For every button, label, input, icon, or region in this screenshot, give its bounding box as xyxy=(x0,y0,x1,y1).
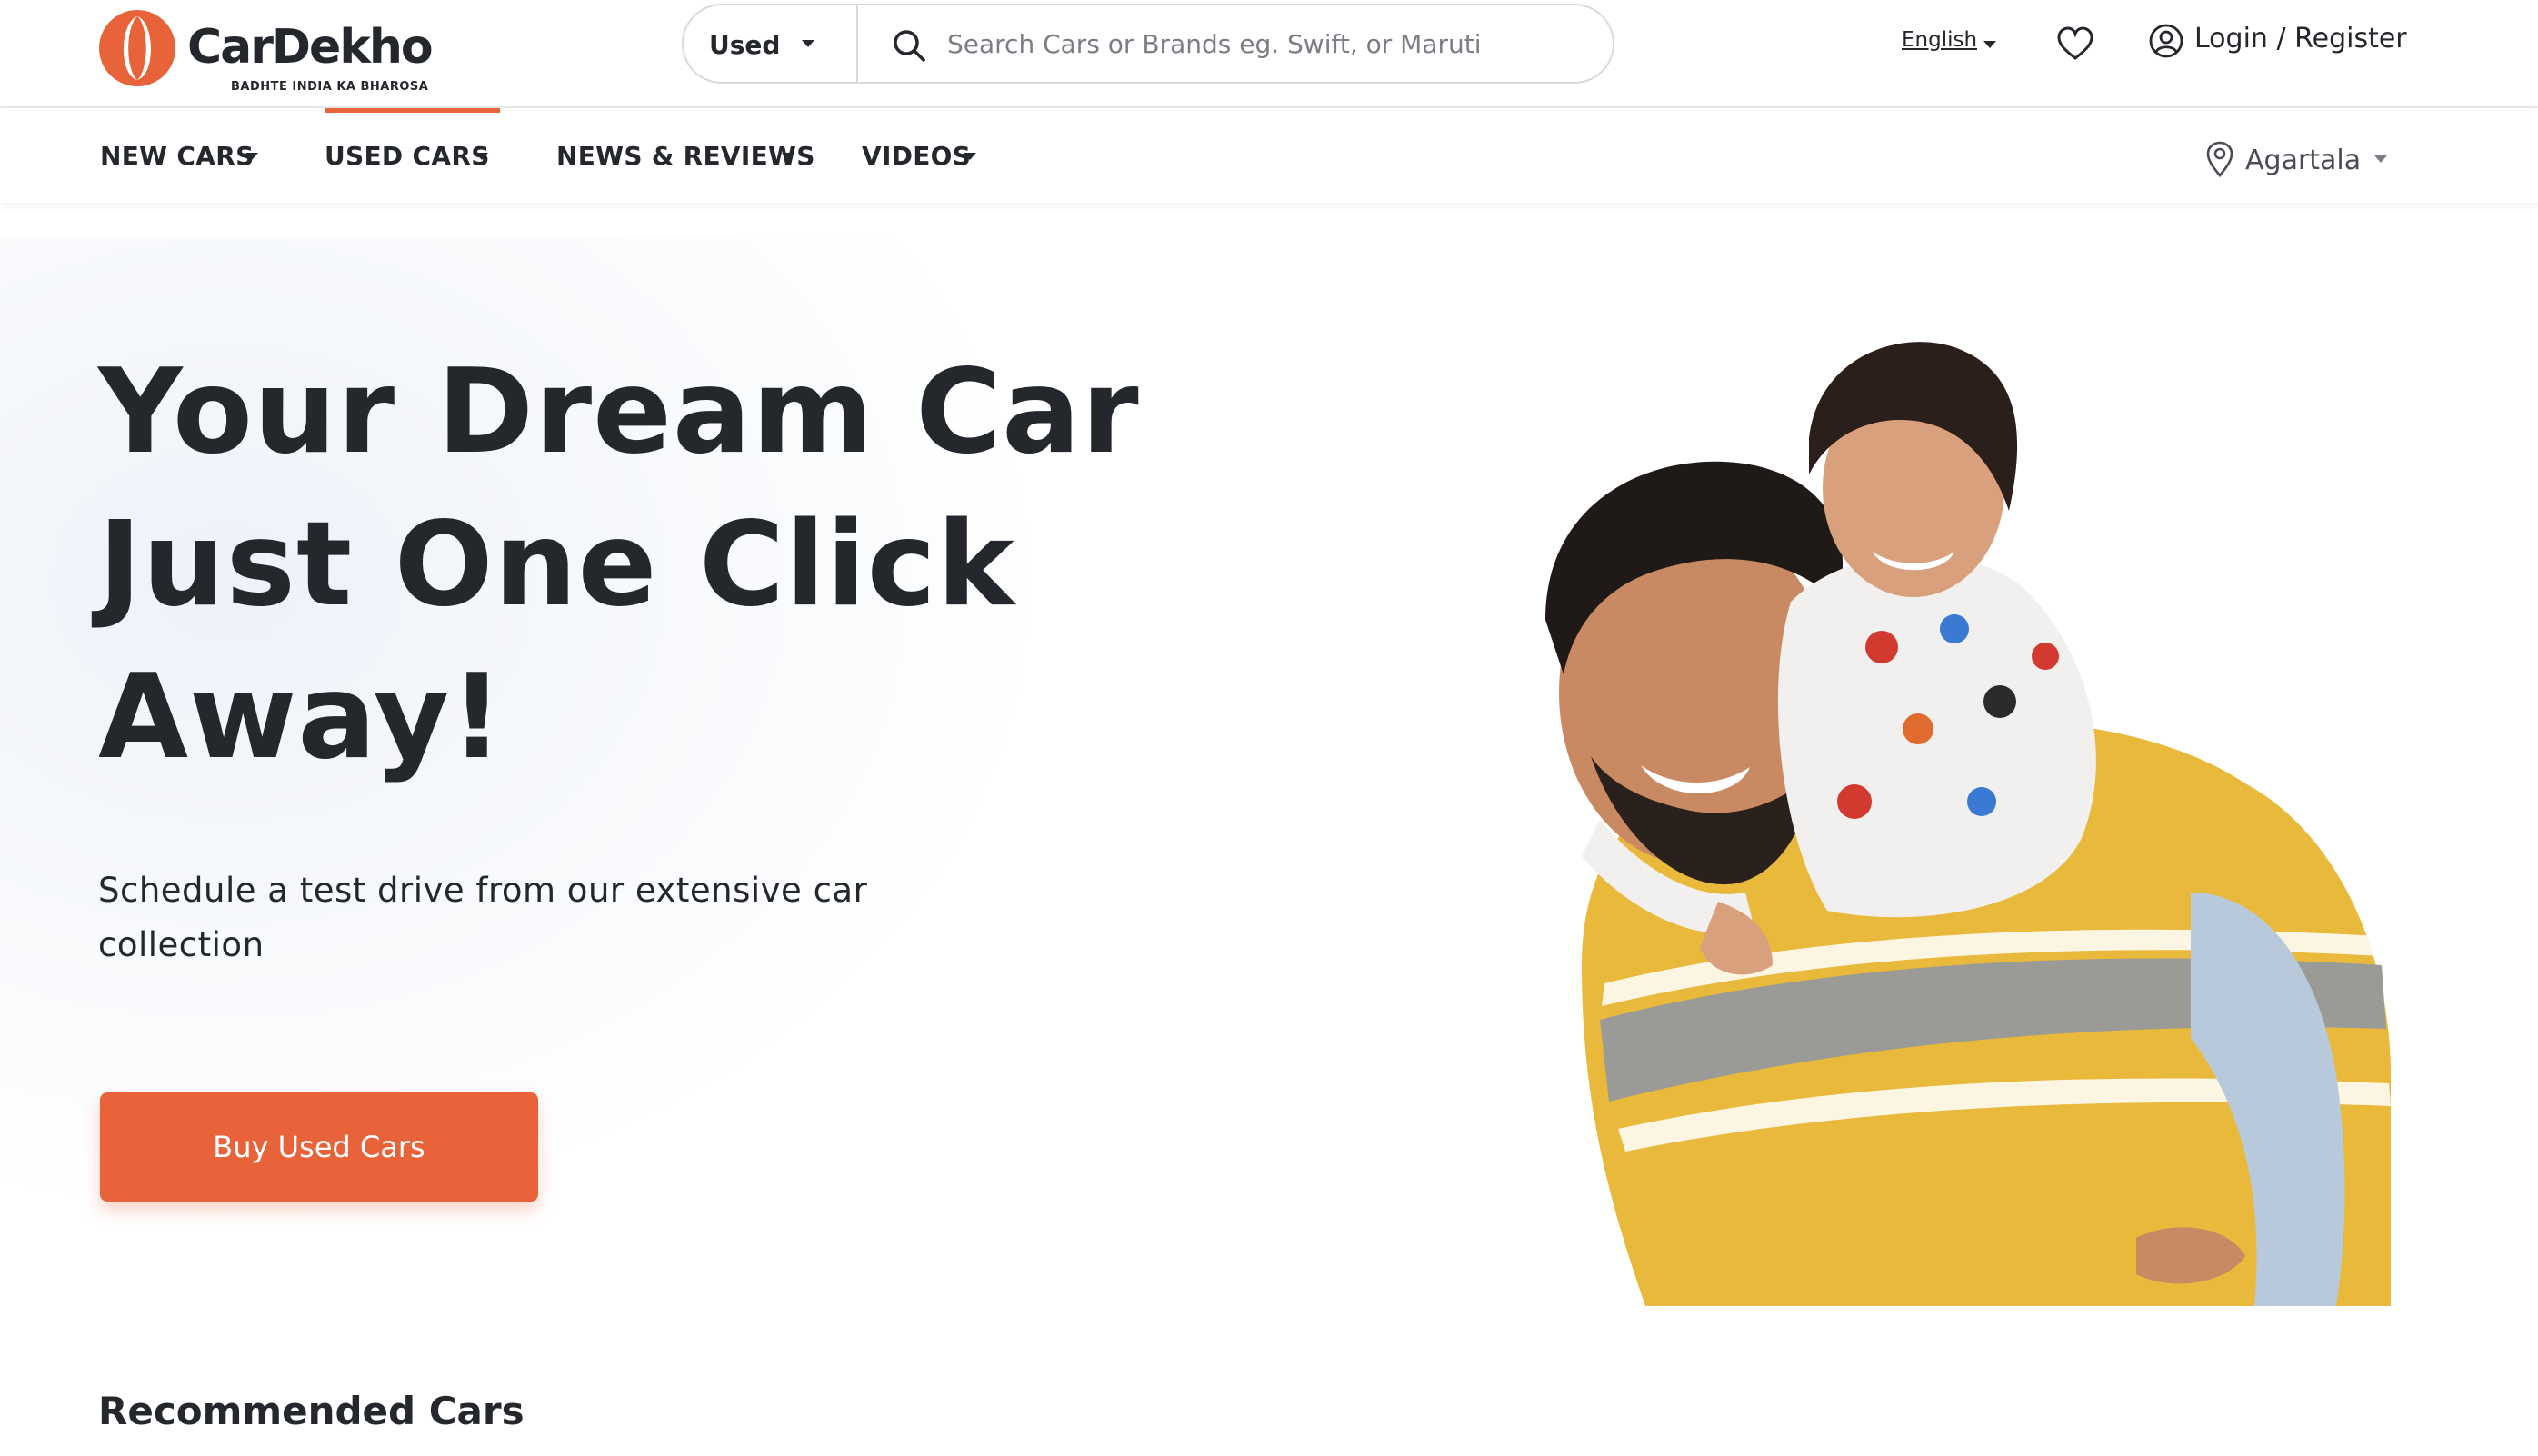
nav-label: NEWS & REVIEWS xyxy=(556,141,815,171)
cardekho-logo-icon xyxy=(99,10,175,86)
nav-news-reviews[interactable]: NEWS & REVIEWS xyxy=(556,141,815,171)
search-icon[interactable] xyxy=(891,27,927,64)
hero-title: Your Dream Car Just One Click Away! xyxy=(98,336,1189,794)
search-type-label: Used xyxy=(709,30,781,60)
top-header: CarDekho BADHTE INDIA KA BHAROSA Used En… xyxy=(0,0,2538,108)
chevron-down-icon xyxy=(245,153,258,160)
nav-label: USED CARS xyxy=(325,141,490,171)
nav-label: NEW CARS xyxy=(100,141,255,171)
user-circle-icon[interactable] xyxy=(2149,24,2183,58)
hero-subtitle: Schedule a test drive from our extensive… xyxy=(98,871,868,964)
chevron-down-icon xyxy=(802,40,814,47)
language-selector[interactable]: English xyxy=(1902,28,1977,52)
brand-name: CarDekho xyxy=(187,20,434,75)
nav-label: VIDEOS xyxy=(862,141,972,171)
language-chevron-icon[interactable] xyxy=(1983,41,1996,48)
hero-title-line: Your Dream Car xyxy=(98,344,1140,480)
hero-banner: Your Dream Car Just One Click Away! Sche… xyxy=(0,238,2538,1306)
nav-videos[interactable]: VIDEOS xyxy=(862,141,976,171)
search-bar: Used xyxy=(682,4,1614,84)
brand-tagline: BADHTE INDIA KA BHAROSA xyxy=(231,80,429,94)
chevron-down-icon xyxy=(475,153,488,160)
location-label: Agartala xyxy=(2245,145,2362,176)
hero-title-line: Just One Click xyxy=(98,497,1015,633)
search-input[interactable] xyxy=(947,20,1584,67)
main-nav: NEW CARS USED CARS NEWS & REVIEWS VIDEOS… xyxy=(0,108,2538,203)
search-type-dropdown[interactable]: Used xyxy=(684,5,858,82)
nav-new-cars[interactable]: NEW CARS xyxy=(100,141,258,171)
heart-icon[interactable] xyxy=(2056,25,2094,62)
hero-title-line: Away! xyxy=(98,650,505,785)
chevron-down-icon xyxy=(782,153,794,160)
recommended-cars-title: Recommended Cars xyxy=(98,1389,525,1433)
hero-family-photo xyxy=(1545,342,2391,1306)
chevron-down-icon xyxy=(964,153,976,160)
login-register-link[interactable]: Login / Register xyxy=(2194,23,2407,55)
nav-active-indicator xyxy=(325,108,500,113)
chevron-down-icon xyxy=(2374,155,2387,163)
cardekho-logo[interactable]: CarDekho BADHTE INDIA KA BHAROSA xyxy=(98,9,434,94)
location-pin-icon xyxy=(2206,141,2233,177)
buy-used-cars-button[interactable]: Buy Used Cars xyxy=(100,1092,538,1202)
nav-used-cars[interactable]: USED CARS xyxy=(325,141,490,171)
